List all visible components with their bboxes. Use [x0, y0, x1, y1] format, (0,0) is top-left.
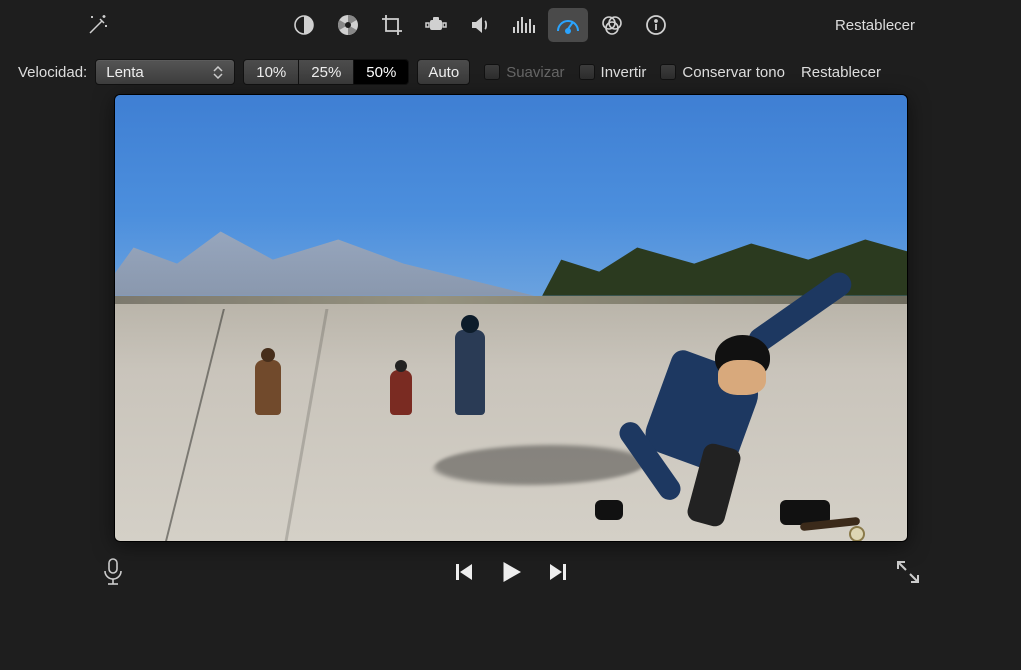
- speed-50-button[interactable]: 50%: [354, 60, 408, 84]
- playback-bar: [0, 542, 1021, 602]
- stabilization-icon[interactable]: [416, 8, 456, 42]
- speed-reset-button[interactable]: Restablecer: [801, 64, 881, 81]
- noise-reduction-icon[interactable]: [504, 8, 544, 42]
- video-preview[interactable]: [114, 94, 908, 542]
- voiceover-mic-icon[interactable]: [100, 557, 126, 587]
- speed-icon[interactable]: [548, 8, 588, 42]
- reverse-label: Invertir: [601, 64, 647, 81]
- smooth-label: Suavizar: [506, 64, 564, 81]
- next-frame-button[interactable]: [546, 560, 570, 584]
- preserve-pitch-checkbox[interactable]: Conservar tono: [660, 64, 785, 81]
- speed-preset-dropdown[interactable]: Lenta: [95, 59, 235, 85]
- preview-frame: [115, 95, 907, 541]
- fullscreen-icon[interactable]: [895, 559, 921, 585]
- filters-icon[interactable]: [592, 8, 632, 42]
- speed-25-button[interactable]: 25%: [299, 60, 354, 84]
- reverse-checkbox[interactable]: Invertir: [579, 64, 647, 81]
- color-balance-icon[interactable]: [284, 8, 324, 42]
- magic-wand-icon[interactable]: [78, 8, 118, 42]
- reset-all-button[interactable]: Restablecer: [827, 13, 923, 38]
- speed-auto-button[interactable]: Auto: [417, 59, 470, 85]
- speed-10-button[interactable]: 10%: [244, 60, 299, 84]
- adjustment-toolbar: Restablecer: [0, 0, 1021, 50]
- volume-icon[interactable]: [460, 8, 500, 42]
- info-icon[interactable]: [636, 8, 676, 42]
- previous-frame-button[interactable]: [452, 560, 476, 584]
- preserve-pitch-label: Conservar tono: [682, 64, 785, 81]
- checkbox-icon: [579, 64, 595, 80]
- speed-controls-bar: Velocidad: Lenta 10% 25% 50% Auto Suaviz…: [0, 50, 1021, 94]
- play-button[interactable]: [496, 557, 526, 587]
- checkbox-icon: [660, 64, 676, 80]
- speed-label: Velocidad:: [18, 64, 87, 81]
- color-correction-icon[interactable]: [328, 8, 368, 42]
- smooth-checkbox: Suavizar: [484, 64, 564, 81]
- speed-selected-value: Lenta: [106, 64, 144, 81]
- crop-icon[interactable]: [372, 8, 412, 42]
- chevron-updown-icon: [208, 60, 228, 84]
- speed-percent-segmented: 10% 25% 50%: [243, 59, 409, 85]
- checkbox-icon: [484, 64, 500, 80]
